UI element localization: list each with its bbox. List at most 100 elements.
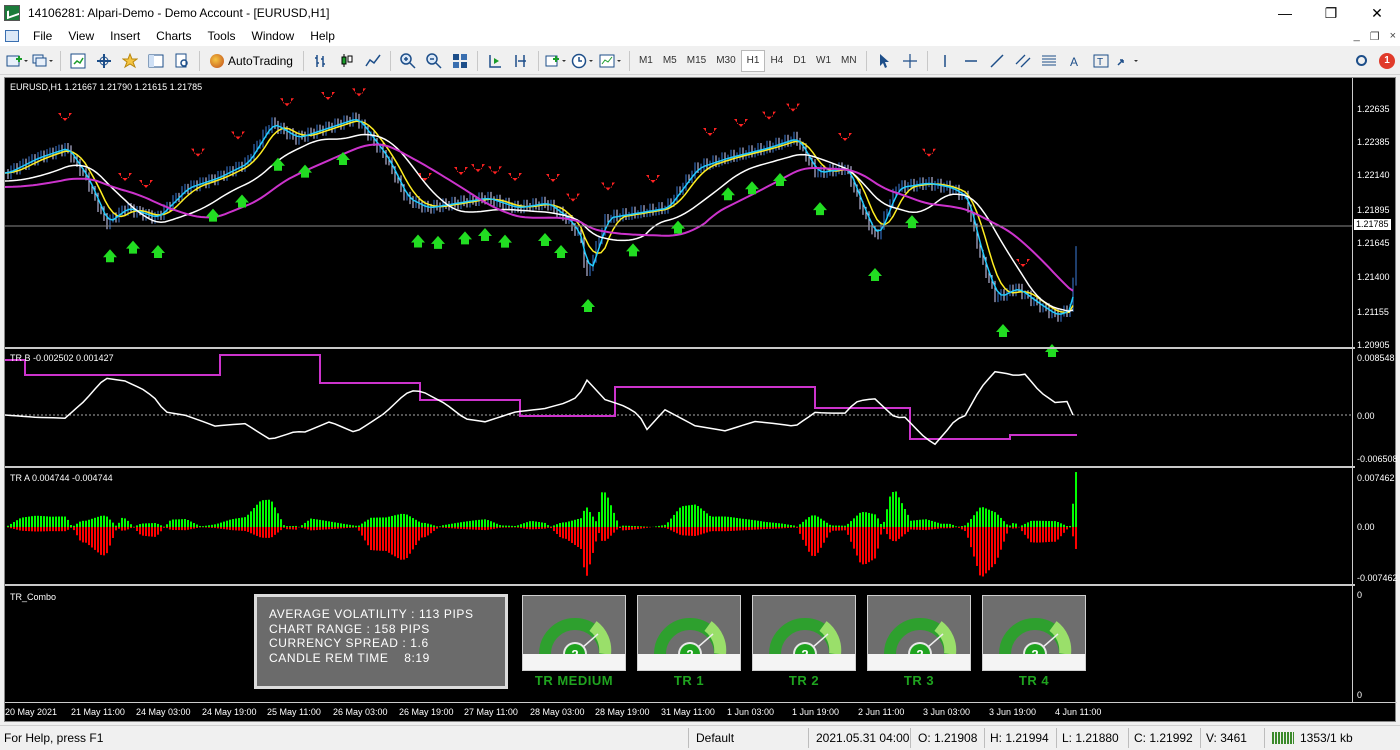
gauge-title: TR MEDIUM bbox=[534, 673, 614, 688]
tra-histogram-bar bbox=[373, 527, 375, 551]
templates-button[interactable] bbox=[599, 50, 623, 72]
timeframe-m15[interactable]: M15 bbox=[682, 50, 711, 72]
tra-histogram-bar bbox=[865, 512, 867, 527]
tra-histogram-bar bbox=[460, 527, 462, 529]
navigator-icon[interactable] bbox=[119, 50, 141, 72]
chart-window[interactable]: EURUSD,H1 1.21667 1.21790 1.21615 1.2178… bbox=[4, 77, 1398, 722]
menu-insert[interactable]: Insert bbox=[102, 29, 148, 43]
autotrading-button[interactable]: AutoTrading bbox=[206, 50, 297, 72]
timeframe-m30[interactable]: M30 bbox=[711, 50, 740, 72]
tra-histogram-bar bbox=[751, 519, 753, 527]
buy-arrow-icon bbox=[151, 245, 165, 258]
tra-histogram-bar bbox=[664, 524, 666, 527]
tra-histogram-bar bbox=[352, 525, 354, 527]
zoom-out-icon[interactable] bbox=[423, 50, 445, 72]
time-label: 2 Jun 11:00 bbox=[858, 707, 905, 717]
traffic-stats[interactable]: 1353/1 kb bbox=[1300, 731, 1353, 745]
data-window-icon[interactable] bbox=[93, 50, 115, 72]
timeframe-h4[interactable]: H4 bbox=[765, 50, 788, 72]
tra-histogram-bar bbox=[631, 527, 633, 530]
tra-histogram-bar bbox=[598, 511, 600, 527]
tra-histogram-bar bbox=[142, 527, 144, 536]
maximize-button[interactable]: ❐ bbox=[1308, 0, 1354, 26]
tra-histogram-bar bbox=[106, 516, 108, 527]
periods-button[interactable] bbox=[571, 50, 595, 72]
tra-histogram-bar bbox=[793, 525, 795, 527]
timeframe-m5[interactable]: M5 bbox=[658, 50, 682, 72]
vertical-line-icon[interactable] bbox=[934, 50, 956, 72]
tra-histogram-bar bbox=[742, 518, 744, 527]
menu-help[interactable]: Help bbox=[302, 29, 343, 43]
menu-charts[interactable]: Charts bbox=[148, 29, 199, 43]
menu-view[interactable]: View bbox=[60, 29, 102, 43]
tra-histogram-bar bbox=[532, 527, 534, 530]
mdi-restore-button[interactable]: ❐ bbox=[1370, 30, 1380, 43]
tra-histogram-bar bbox=[970, 527, 972, 548]
horizontal-line-icon[interactable] bbox=[960, 50, 982, 72]
zoom-in-icon[interactable] bbox=[397, 50, 419, 72]
menu-file[interactable]: File bbox=[25, 29, 60, 43]
timeframe-m1[interactable]: M1 bbox=[634, 50, 658, 72]
tra-histogram-bar bbox=[634, 526, 636, 527]
tra-histogram-bar bbox=[682, 506, 684, 527]
indicators-button[interactable] bbox=[545, 50, 567, 72]
chart-window-icon[interactable] bbox=[5, 30, 19, 42]
tra-histogram-bar bbox=[169, 520, 171, 527]
tra-histogram-bar bbox=[700, 527, 702, 535]
menu-tools[interactable]: Tools bbox=[200, 29, 244, 43]
tra-histogram-bar bbox=[82, 520, 84, 527]
trendline-icon[interactable] bbox=[986, 50, 1008, 72]
tra-histogram-bar bbox=[415, 519, 417, 527]
tra-histogram-bar bbox=[1003, 527, 1005, 542]
tra-histogram-bar bbox=[433, 527, 435, 531]
tra-histogram-bar bbox=[934, 521, 936, 527]
text-label-icon[interactable]: T bbox=[1090, 50, 1112, 72]
candlestick-chart-icon[interactable] bbox=[336, 50, 358, 72]
cursor-icon[interactable] bbox=[873, 50, 895, 72]
timeframe-w1[interactable]: W1 bbox=[811, 50, 836, 72]
chart-shift-icon[interactable] bbox=[510, 50, 532, 72]
buy-arrow-icon bbox=[538, 233, 552, 246]
crosshair-icon[interactable] bbox=[899, 50, 921, 72]
tra-histogram-bar bbox=[547, 525, 549, 527]
fibonacci-icon[interactable] bbox=[1038, 50, 1060, 72]
arrows-button[interactable] bbox=[1116, 50, 1140, 72]
tra-histogram-bar bbox=[886, 509, 888, 527]
tra-histogram-bar bbox=[880, 527, 882, 535]
terminal-icon[interactable] bbox=[145, 50, 167, 72]
text-icon[interactable]: A bbox=[1064, 50, 1086, 72]
menu-window[interactable]: Window bbox=[244, 29, 303, 43]
close-button[interactable]: ✕ bbox=[1354, 0, 1400, 26]
tra-histogram-bar bbox=[757, 527, 759, 530]
profiles-button[interactable] bbox=[32, 50, 54, 72]
tra-histogram-bar bbox=[940, 523, 942, 527]
sell-arrow-icon bbox=[231, 131, 245, 140]
market-watch-icon[interactable] bbox=[67, 50, 89, 72]
minimize-button[interactable]: — bbox=[1262, 0, 1308, 26]
timeframe-h1[interactable]: H1 bbox=[740, 49, 766, 72]
timeframe-d1[interactable]: D1 bbox=[788, 50, 811, 72]
equidistant-channel-icon[interactable] bbox=[1012, 50, 1034, 72]
tra-histogram-bar bbox=[202, 526, 204, 527]
auto-scroll-icon[interactable] bbox=[484, 50, 506, 72]
timeframe-mn[interactable]: MN bbox=[836, 50, 862, 72]
line-chart-icon[interactable] bbox=[362, 50, 384, 72]
search-icon[interactable] bbox=[1350, 50, 1372, 72]
time-label: 31 May 11:00 bbox=[661, 707, 715, 717]
bar-chart-icon[interactable] bbox=[310, 50, 332, 72]
tra-histogram-bar bbox=[670, 527, 672, 531]
alert-icon[interactable]: 1 bbox=[1376, 50, 1398, 72]
tile-windows-icon[interactable] bbox=[449, 50, 471, 72]
mdi-close-button[interactable]: × bbox=[1390, 30, 1396, 42]
tra-histogram-bar bbox=[784, 527, 786, 529]
strategy-tester-icon[interactable] bbox=[171, 50, 193, 72]
mdi-minimize-button[interactable]: _ bbox=[1354, 30, 1360, 42]
new-chart-button[interactable] bbox=[6, 50, 28, 72]
tra-histogram-bar bbox=[388, 516, 390, 527]
sell-arrow-icon bbox=[838, 133, 852, 141]
tra-histogram-bar bbox=[754, 527, 756, 530]
tra-histogram-bar bbox=[238, 518, 240, 527]
tra-histogram-bar bbox=[1027, 527, 1029, 539]
tra-histogram-bar bbox=[580, 518, 582, 527]
tra-histogram-bar bbox=[619, 527, 621, 528]
